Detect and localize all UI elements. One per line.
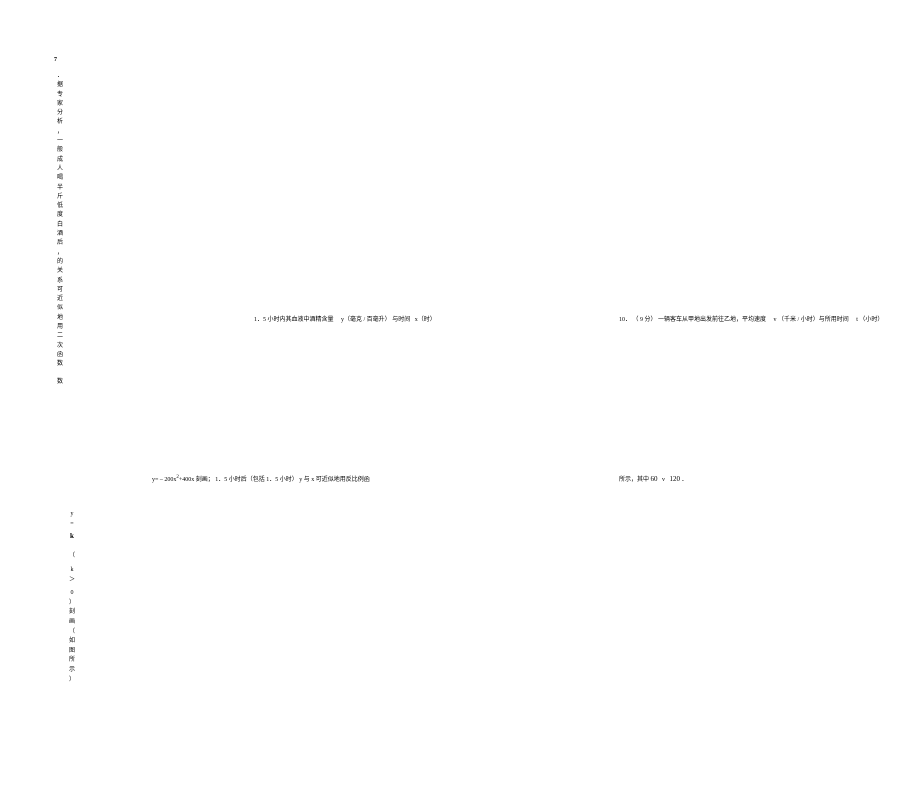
question-7-formula-line: y= – 200x2+400x 刻画； 1．5 小时后（包括 1．5 小时） y… bbox=[152, 474, 370, 483]
question-7-line-1: 1．5 小时内其血液中酒精含量 y（毫克 / 百毫升） 与时间 x（时） bbox=[254, 314, 436, 323]
question-7-number: 7 bbox=[54, 57, 57, 63]
question-10-text: 10． （ 9 分） 一辆客车从甲地出发前往乙地，平均速度 v （千米 / 小时… bbox=[619, 314, 883, 323]
question-7-vertical-formula: y = k （ k ＞ 0 ） 刻 画 （ 如 图 所 示 ） bbox=[68, 510, 76, 685]
question-10-range-text: 所示，其中 60 v 120 ． bbox=[619, 474, 688, 483]
question-7-vertical-text: ． 据 专 家 分 析 ， 一 般 成 人 喝 半 斤 低 度 白 酒 后 ， … bbox=[55, 72, 65, 387]
